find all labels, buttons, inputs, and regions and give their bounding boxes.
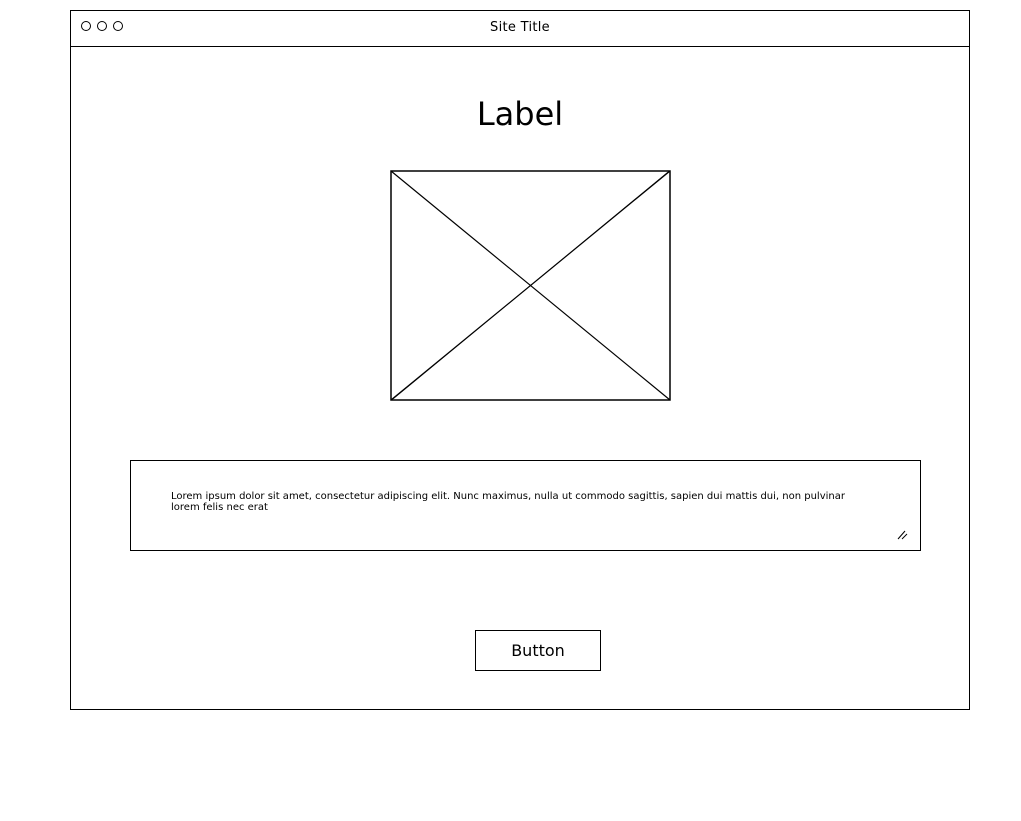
primary-button[interactable]: Button [475, 630, 601, 671]
browser-window: Site Title Label Lorem ipsum dolor sit a… [70, 10, 970, 710]
text-area-value: Lorem ipsum dolor sit amet, consectetur … [171, 491, 845, 513]
resize-grip-icon[interactable] [896, 528, 908, 540]
title-bar: Site Title [71, 11, 969, 47]
page-heading: Label [476, 95, 564, 133]
text-area[interactable]: Lorem ipsum dolor sit amet, consectetur … [130, 460, 921, 551]
image-placeholder-icon [390, 170, 671, 401]
site-title: Site Title [490, 20, 550, 35]
